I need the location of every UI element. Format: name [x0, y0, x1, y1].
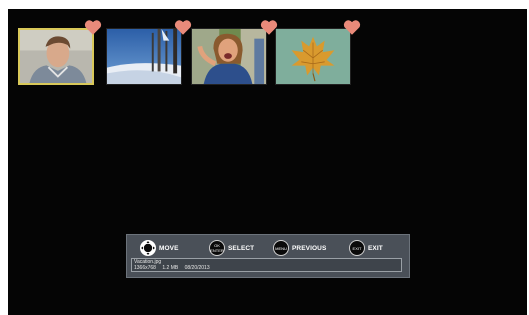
- favorite-heart-icon: [84, 19, 102, 36]
- menu-button-icon: MENU: [273, 240, 289, 256]
- enter-text: ENTER: [210, 248, 224, 253]
- legend-previous: MENU PREVIOUS: [273, 239, 326, 257]
- file-meta: 1366x768 1.2 MB 08/20/2013: [134, 265, 399, 271]
- ok-enter-button-icon: OK ENTER: [209, 240, 225, 256]
- menu-text: MENU: [275, 245, 287, 251]
- remote-help-bar: MOVE OK ENTER SELECT MENU PREVIOUS EXIT …: [126, 234, 410, 278]
- legend-select: OK ENTER SELECT: [209, 239, 254, 257]
- autumn-leaf-image: [276, 29, 350, 84]
- thumbnail-laughing-woman[interactable]: [191, 28, 267, 85]
- exit-button-icon: EXIT: [349, 240, 365, 256]
- legend-move: MOVE: [140, 239, 179, 257]
- thumbnail-portrait[interactable]: [18, 28, 94, 85]
- legend-exit: EXIT EXIT: [349, 239, 383, 257]
- file-info-box: Vacation.jpg 1366x768 1.2 MB 08/20/2013: [131, 258, 402, 272]
- previous-label: PREVIOUS: [292, 244, 327, 252]
- file-resolution: 1366x768: [134, 265, 156, 271]
- tv-screen: MOVE OK ENTER SELECT MENU PREVIOUS EXIT …: [8, 9, 527, 315]
- portrait-image: [20, 30, 92, 83]
- favorite-heart-icon: [174, 19, 192, 36]
- exit-label: EXIT: [368, 244, 383, 252]
- dpad-icon: [140, 240, 156, 256]
- exit-text: EXIT: [352, 245, 362, 251]
- move-label: MOVE: [159, 244, 179, 252]
- thumbnail-snow-landscape[interactable]: [106, 28, 182, 85]
- favorite-heart-icon: [343, 19, 361, 36]
- thumbnail-autumn-leaf[interactable]: [275, 28, 351, 85]
- select-label: SELECT: [228, 244, 255, 252]
- file-date: 08/20/2013: [184, 265, 210, 271]
- snow-landscape-image: [107, 29, 181, 84]
- file-size: 1.2 MB: [162, 265, 179, 271]
- laughing-woman-image: [192, 29, 266, 84]
